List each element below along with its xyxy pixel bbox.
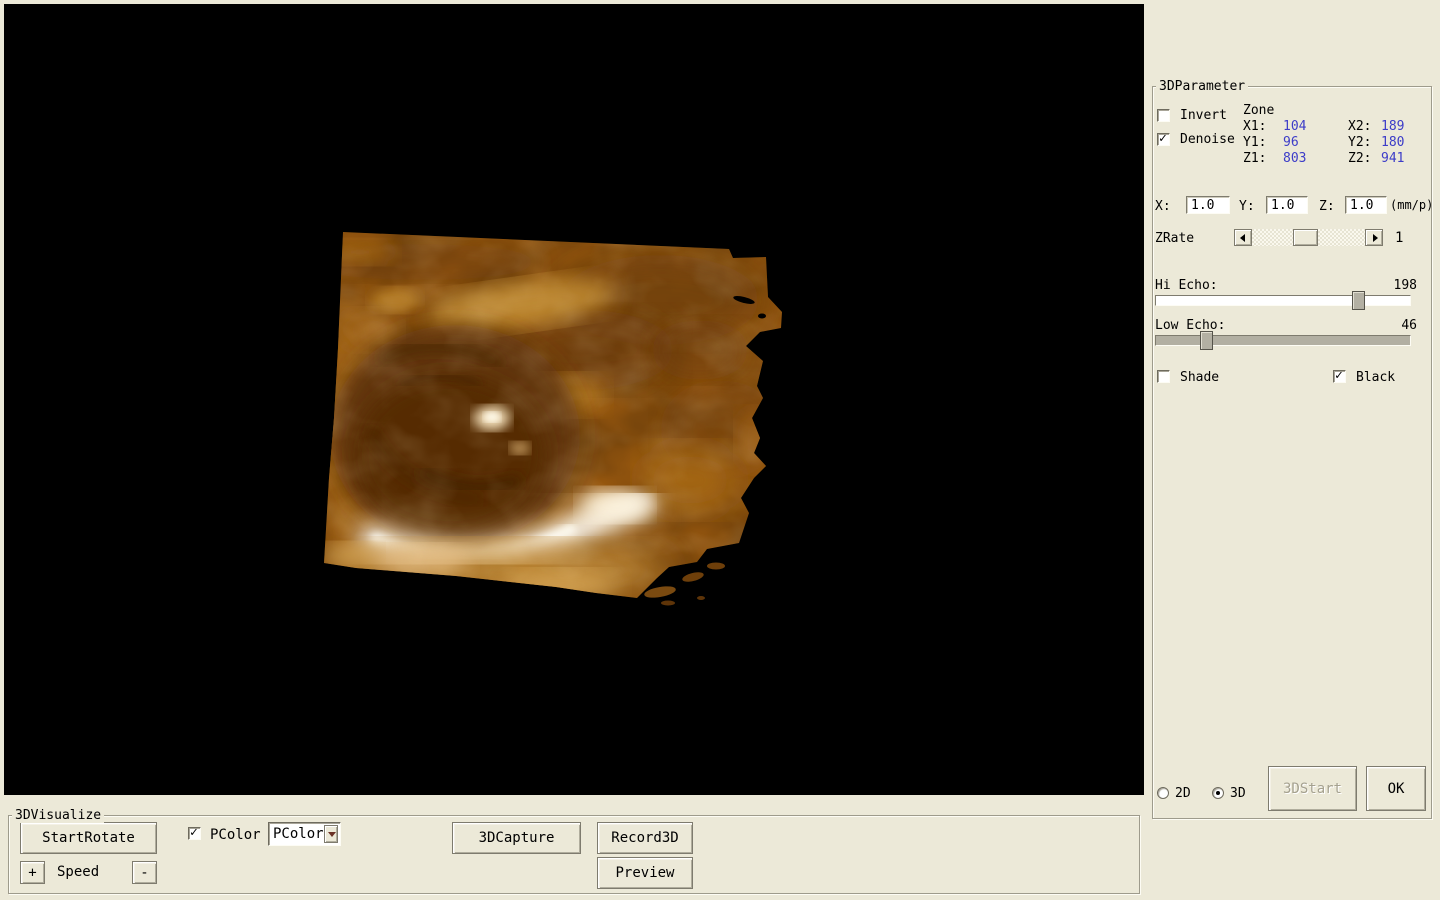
visualize-group-title: 3DVisualize: [12, 808, 104, 823]
black-label: Black: [1356, 370, 1395, 385]
denoise-checkbox[interactable]: [1157, 133, 1170, 146]
scroll-left-icon: [1240, 234, 1245, 242]
hi-echo-thumb[interactable]: [1352, 291, 1365, 310]
pcolor-dropdown[interactable]: PColor: [268, 822, 341, 846]
zone-x1-value: 104: [1283, 119, 1306, 134]
denoise-label: Denoise: [1180, 132, 1235, 147]
3dstart-button[interactable]: 3DStart: [1268, 766, 1357, 811]
zone-z1-label: Z1:: [1243, 151, 1266, 166]
ultrasound-render: [4, 4, 1144, 795]
hi-echo-slider[interactable]: [1155, 295, 1411, 306]
zone-x2-label: X2:: [1348, 119, 1371, 134]
scale-x-label: X:: [1155, 199, 1171, 214]
zone-y2-value: 180: [1381, 135, 1404, 150]
scale-z-input[interactable]: [1345, 196, 1387, 214]
scale-y-input[interactable]: [1266, 196, 1308, 214]
low-echo-slider[interactable]: [1155, 335, 1411, 346]
zone-y2-label: Y2:: [1348, 135, 1371, 150]
mode-2d-radio[interactable]: [1157, 787, 1169, 799]
scale-x-input[interactable]: [1186, 196, 1230, 214]
mode-2d-label: 2D: [1175, 786, 1191, 801]
invert-label: Invert: [1180, 108, 1227, 123]
zrate-value: 1: [1395, 230, 1403, 246]
zone-x1-label: X1:: [1243, 119, 1266, 134]
zone-z2-label: Z2:: [1348, 151, 1371, 166]
preview-button[interactable]: Preview: [597, 857, 693, 889]
zone-z1-value: 803: [1283, 151, 1306, 166]
record3d-button[interactable]: Record3D: [597, 822, 693, 854]
zrate-right-button[interactable]: [1365, 229, 1383, 246]
zone-z2-value: 941: [1381, 151, 1404, 166]
chevron-down-icon: [328, 832, 336, 837]
hi-echo-value: 198: [1394, 278, 1417, 293]
low-echo-label: Low Echo:: [1155, 318, 1225, 333]
render-viewport[interactable]: [4, 4, 1144, 795]
shade-label: Shade: [1180, 370, 1219, 385]
application-window: 3DParameter Invert Denoise Zone X1: 104 …: [0, 0, 1440, 900]
speed-plus-button[interactable]: +: [20, 861, 45, 884]
mode-3d-label: 3D: [1230, 786, 1246, 801]
zone-title: Zone: [1243, 103, 1274, 118]
speed-minus-button[interactable]: -: [132, 861, 157, 884]
speed-label: Speed: [57, 864, 99, 880]
black-checkbox[interactable]: [1333, 370, 1346, 383]
invert-checkbox[interactable]: [1157, 109, 1170, 122]
zrate-thumb[interactable]: [1293, 229, 1318, 246]
pcolor-checkbox[interactable]: [188, 827, 201, 840]
scale-z-label: Z:: [1319, 199, 1335, 214]
zone-y1-label: Y1:: [1243, 135, 1266, 150]
pcolor-label: PColor: [210, 827, 261, 843]
zone-y1-value: 96: [1283, 135, 1299, 150]
low-echo-value: 46: [1401, 318, 1417, 333]
3dcapture-button[interactable]: 3DCapture: [452, 822, 581, 854]
pcolor-dropdown-button[interactable]: [324, 825, 338, 843]
zone-x2-value: 189: [1381, 119, 1404, 134]
ok-button[interactable]: OK: [1366, 766, 1426, 811]
zrate-left-button[interactable]: [1234, 229, 1252, 246]
scale-unit-label: (mm/p): [1390, 198, 1433, 212]
scale-y-label: Y:: [1239, 199, 1255, 214]
parameter-group-title: 3DParameter: [1156, 79, 1248, 94]
start-rotate-button[interactable]: StartRotate: [20, 822, 157, 854]
pcolor-dropdown-value: PColor: [269, 826, 324, 842]
low-echo-thumb[interactable]: [1200, 331, 1213, 350]
hi-echo-label: Hi Echo:: [1155, 278, 1218, 293]
zrate-label: ZRate: [1155, 231, 1194, 246]
mode-3d-radio[interactable]: [1212, 787, 1224, 799]
scroll-right-icon: [1373, 234, 1378, 242]
shade-checkbox[interactable]: [1157, 370, 1170, 383]
